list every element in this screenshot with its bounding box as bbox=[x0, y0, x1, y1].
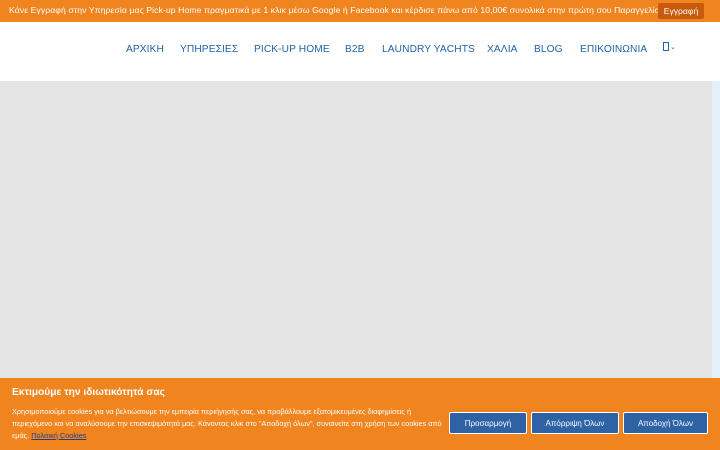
announcement-bar: Κάνε Εγγραφή στην Υπηρεσία μας Pick-up H… bbox=[0, 0, 720, 22]
cookie-banner: Εκτιμούμε την ιδιωτικότητά σας Χρησιμοπο… bbox=[0, 378, 720, 450]
nav-item-home[interactable]: ΑΡΧΙΚΗ bbox=[126, 44, 164, 55]
site-header: ΑΡΧΙΚΗ ΥΠΗΡΕΣΙΕΣ PICK-UP HOME B2B LAUNDR… bbox=[0, 22, 720, 81]
cookie-title: Εκτιμούμε την ιδιωτικότητά σας bbox=[12, 387, 165, 398]
nav-item-contact[interactable]: ΕΠΙΚΟΙΝΩΝΙΑ bbox=[580, 44, 647, 55]
nav-item-services[interactable]: ΥΠΗΡΕΣΙΕΣ bbox=[180, 44, 238, 55]
chevron-down-icon: ⌄ bbox=[670, 43, 676, 51]
main-nav: ΑΡΧΙΚΗ ΥΠΗΡΕΣΙΕΣ PICK-UP HOME B2B LAUNDR… bbox=[0, 22, 720, 81]
accept-all-button[interactable]: Αποδοχή Όλων bbox=[623, 412, 708, 434]
nav-item-pickup-home[interactable]: PICK-UP HOME bbox=[254, 44, 330, 55]
nav-item-blog[interactable]: BLOG bbox=[534, 44, 563, 55]
flag-icon bbox=[663, 42, 669, 51]
language-menu[interactable]: ⌄ bbox=[663, 42, 676, 51]
cookie-policy-link[interactable]: Πολιτική Cookies bbox=[31, 431, 86, 440]
register-button[interactable]: Εγγραφή bbox=[658, 3, 704, 19]
customize-button[interactable]: Προσαρμογή bbox=[449, 412, 527, 434]
hero-placeholder bbox=[0, 81, 712, 381]
nav-item-carpets[interactable]: ΧΑΛΙΑ bbox=[487, 44, 518, 55]
cookie-text: Χρησιμοποιούμε cookies για να βελτιώσουμ… bbox=[12, 406, 452, 442]
nav-item-laundry-yachts[interactable]: LAUNDRY YACHTS bbox=[382, 44, 475, 55]
announcement-text: Κάνε Εγγραφή στην Υπηρεσία μας Pick-up H… bbox=[9, 5, 663, 15]
nav-item-b2b[interactable]: B2B bbox=[345, 44, 365, 55]
reject-all-button[interactable]: Απόρριψη Όλων bbox=[531, 412, 619, 434]
